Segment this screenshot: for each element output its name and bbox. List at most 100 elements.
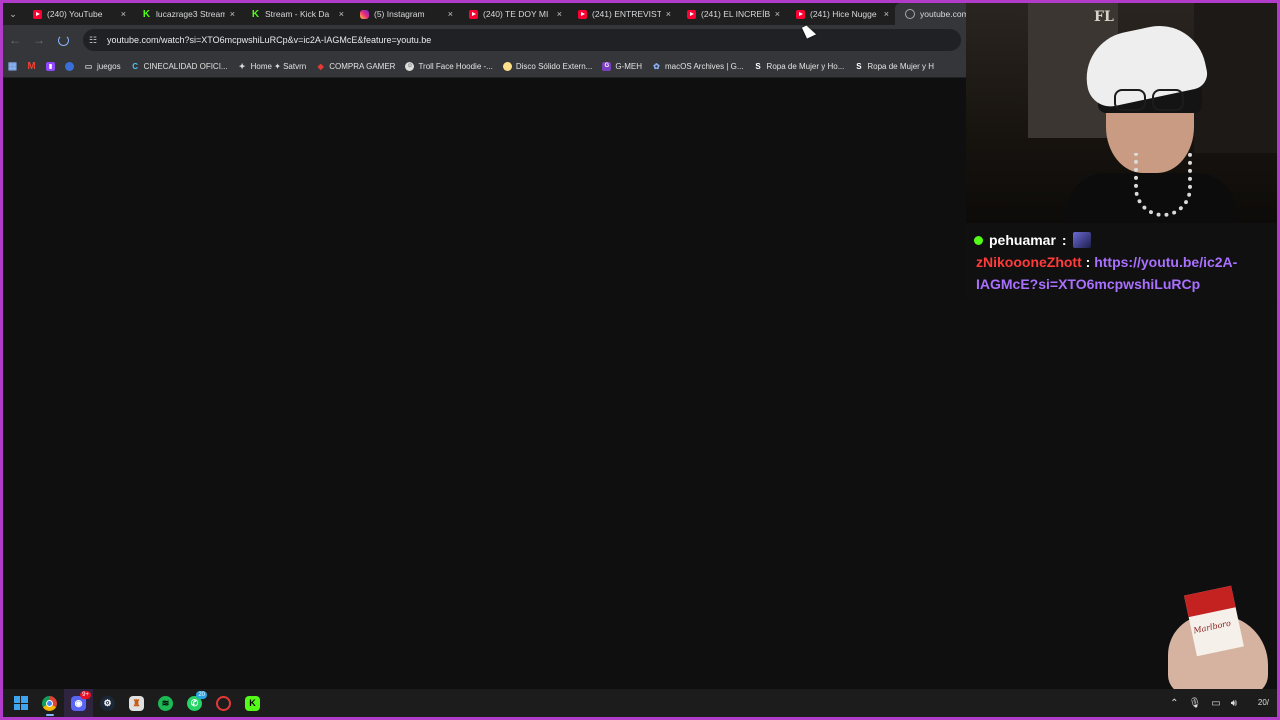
tab-close-icon[interactable]: × [775,9,780,19]
fiddler-icon: ♜ [129,695,144,711]
bookmark-label: G-MEH [615,61,642,71]
troll-icon: ☺ [405,61,415,71]
taskbar-whatsapp[interactable]: ✆ 20 [180,689,209,717]
bookmark-profile[interactable] [60,55,79,77]
globe-icon [905,9,915,19]
tab-title: youtube.com [920,9,966,19]
microphone-icon[interactable]: 🎙︎ [1189,698,1202,709]
back-arrow-icon[interactable]: ← [3,25,27,55]
display-icon[interactable]: ▭ [1211,698,1220,709]
tab-close-icon[interactable]: × [230,9,235,19]
bookmark-label: COMPRA GAMER [329,61,396,71]
youtube-icon [33,9,42,19]
chat-message: pehuamar : [974,229,1269,251]
taskbar-steam[interactable]: ⚙ [93,689,122,717]
browser-tab-active[interactable]: youtube.com [895,3,966,25]
bookmark-disco-solido[interactable]: Disco Sólido Extern... [498,55,597,77]
bookmark-label: Ropa de Mujer y H [867,61,935,71]
streamer-hand-holding-pack: Marlboro [1160,585,1275,695]
browser-tab[interactable]: (241) ENTREVISTA × [568,3,677,25]
bookmark-twitch[interactable]: ▮ [41,55,60,77]
steam-icon: ⚙ [100,695,115,711]
windows-taskbar: ◉ 9+ ⚙ ♜ ≋ ✆ 20 K ⌃ 🎙︎ ▭ 🔊︎ 20/ [3,689,1277,717]
chat-message: zNikoooneZhott : https://youtu.be/ic2A-I… [974,251,1269,295]
bookmark-folder-juegos[interactable]: ▭ juegos [79,55,126,77]
taskbar-spotify[interactable]: ≋ [151,689,180,717]
chat-username: zNikoooneZhott [976,254,1082,270]
chat-username: pehuamar [989,232,1056,248]
tab-title: (241) ENTREVISTA [592,9,661,19]
system-tray: ⌃ 🎙︎ ▭ 🔊︎ [1170,689,1237,717]
bookmark-shein[interactable]: S Ropa de Mujer y Ho... [749,55,850,77]
chevron-up-icon[interactable]: ⌃ [1170,698,1178,709]
bookmark-macos-archives[interactable]: ✿ macOS Archives | G... [647,55,749,77]
bookmark-shein[interactable]: S Ropa de Mujer y H [849,55,939,77]
tab-close-icon[interactable]: × [666,9,671,19]
browser-tab[interactable]: K lucazrage3 Stream × [132,3,241,25]
site-settings-icon[interactable]: ☷ [89,35,99,45]
pack-label: Marlboro [1192,618,1232,636]
tab-close-icon[interactable]: × [448,9,453,19]
taskbar-chrome[interactable] [35,689,64,717]
windows-logo-icon [13,696,28,710]
bookmark-gmail[interactable]: M [22,55,41,77]
volume-icon[interactable]: 🔊︎ [1231,698,1237,709]
disk-icon [502,61,512,71]
tab-title: Stream - Kick Da [265,9,330,19]
tab-title: (5) Instagram [374,9,425,19]
youtube-icon [578,9,587,19]
twitch-icon: ▮ [46,61,55,71]
bookmark-label: Disco Sólido Extern... [515,61,593,71]
taskbar-fiddler[interactable]: ♜ [122,689,151,717]
forward-arrow-icon[interactable]: → [27,25,51,55]
taskbar-speedrun[interactable] [209,689,238,717]
address-bar[interactable]: ☷ youtube.com/watch?si=XTO6mcpwshiLuRCp&… [83,29,961,51]
apps-grid-icon[interactable]: ▦ [3,55,22,77]
compragamer-icon: ◆ [317,61,324,71]
browser-tab[interactable]: (5) Instagram × [350,3,459,25]
chat-separator: : [1061,232,1067,248]
tab-close-icon[interactable]: × [557,9,562,19]
tab-bar: ⌄ (240) YouTube × K lucazrage3 Stream × … [3,3,966,25]
start-button[interactable] [6,689,35,717]
youtube-icon [687,9,696,19]
url-text[interactable]: youtube.com/watch?si=XTO6mcpwshiLuRCp&v=… [107,35,431,45]
notification-badge: 9+ [80,691,91,699]
browser-tab[interactable]: K Stream - Kick Da × [241,3,350,25]
taskbar-kick[interactable]: K [238,689,267,717]
bookmark-label: CINECALIDAD OFICI... [143,61,228,71]
bookmark-satvrn[interactable]: ✦ Home ✦ Satvrn [233,55,312,77]
loading-spinner-icon[interactable] [51,25,75,55]
macos-icon: ✿ [653,61,660,71]
satvrn-icon: ✦ [238,61,246,71]
gmail-icon: M [27,60,36,72]
page-content-loading [3,78,966,687]
instagram-icon [360,9,369,19]
profile-icon [65,61,74,71]
tab-close-icon[interactable]: × [339,9,344,19]
bookmark-label: Ropa de Mujer y Ho... [766,61,845,71]
bookmark-label: Troll Face Hoodie -... [418,61,493,71]
cinecalidad-icon: C [132,61,138,71]
browser-tab[interactable]: (241) EL INCREÍBL × [677,3,786,25]
bookmark-troll-hoodie[interactable]: ☺ Troll Face Hoodie -... [400,55,497,77]
clock[interactable]: 20/ [1258,698,1269,707]
bookmark-compragamer[interactable]: ◆ COMPRA GAMER [311,55,400,77]
bookmark-gmeh[interactable]: G G-MEH [597,55,647,77]
streamer-chain [1134,153,1192,217]
browser-tab[interactable]: (240) YouTube × [23,3,132,25]
browser-toolbar: ← → ☷ youtube.com/watch?si=XTO6mcpwshiLu… [3,25,966,55]
verified-badge-icon [974,235,983,245]
tab-title: (240) TE DOY MI [483,9,549,19]
streamer-glasses [1114,89,1184,111]
tab-close-icon[interactable]: × [121,9,126,19]
tab-search-chevron-icon[interactable]: ⌄ [3,3,23,25]
tab-title: (241) Hice Nugge [810,9,877,19]
browser-tab[interactable]: (241) Hice Nugge × [786,3,895,25]
chat-separator: : [1085,254,1091,270]
youtube-icon [469,9,478,19]
taskbar-discord[interactable]: ◉ 9+ [64,689,93,717]
browser-tab[interactable]: (240) TE DOY MI × [459,3,568,25]
tab-close-icon[interactable]: × [884,9,889,19]
bookmark-cinecalidad[interactable]: C CINECALIDAD OFICI... [126,55,233,77]
